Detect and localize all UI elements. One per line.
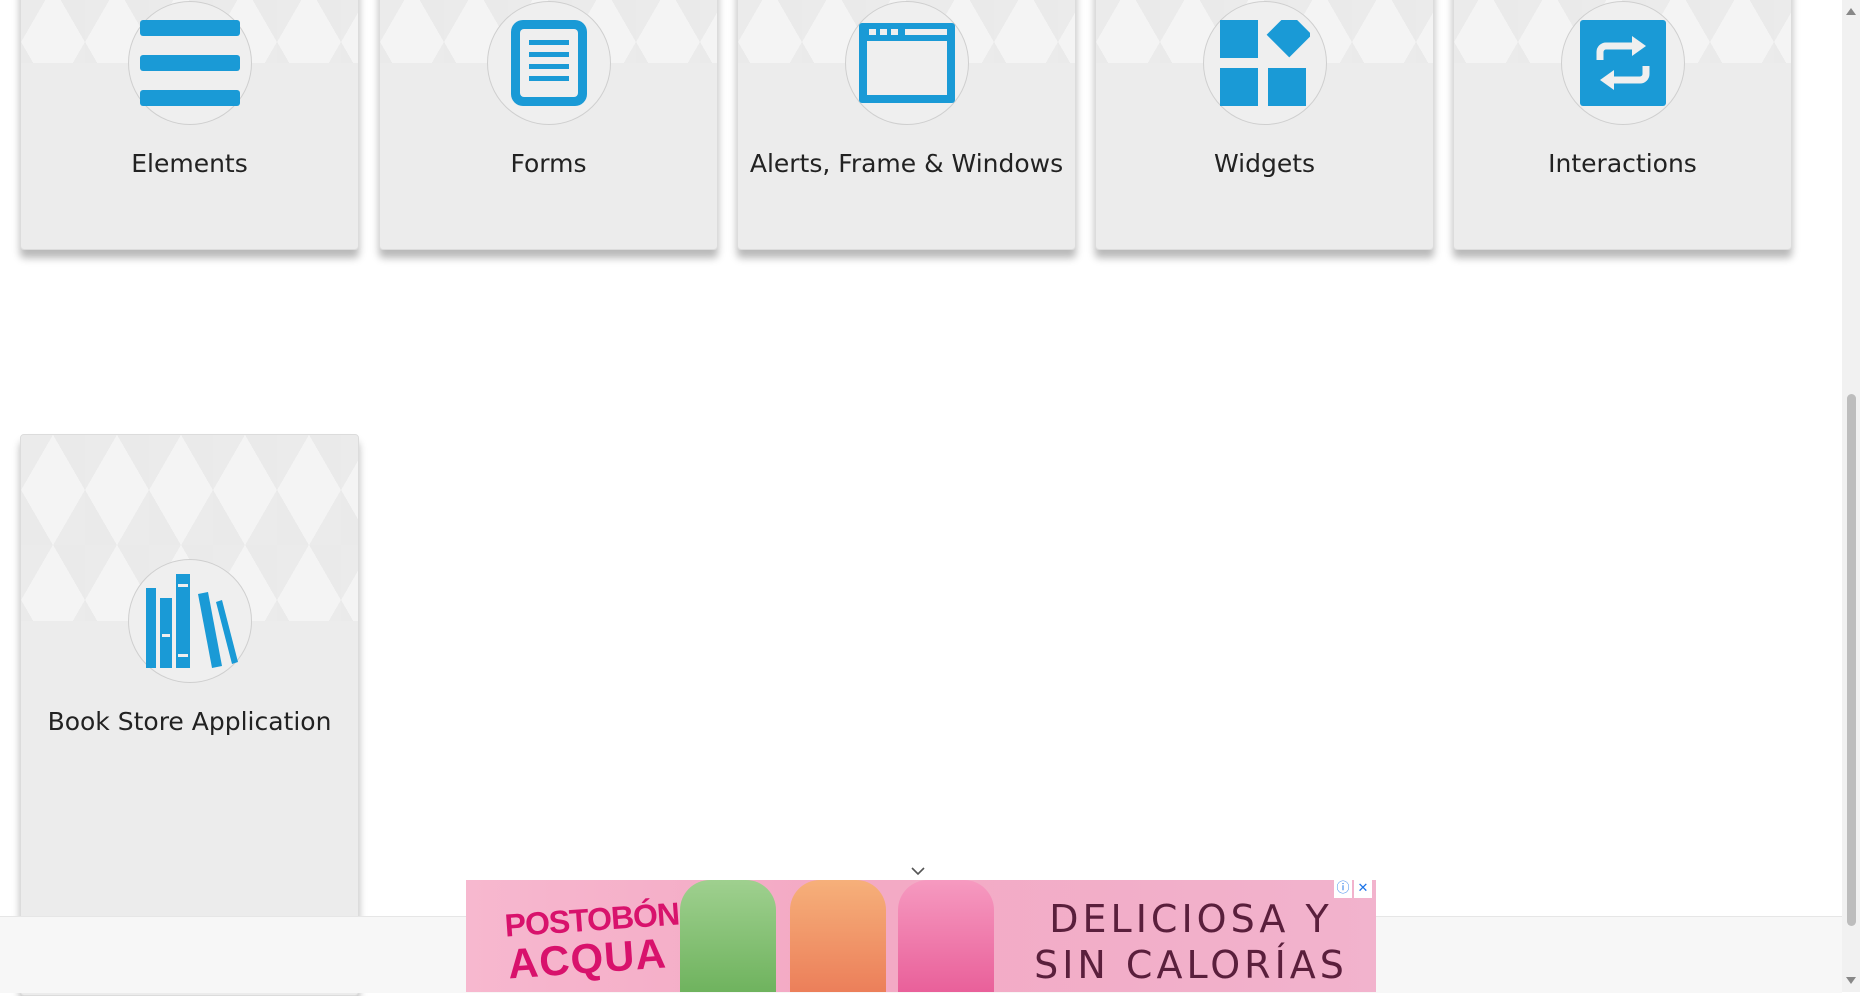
scrollbar-thumb[interactable] [1847, 394, 1856, 926]
repeat-arrows-icon [1579, 20, 1666, 106]
scroll-down-arrow-icon[interactable] [1846, 977, 1856, 984]
card-icon-circle [844, 1, 969, 125]
ad-brand-line2: ACQUA [506, 929, 669, 988]
info-icon[interactable]: ⓘ [1334, 880, 1352, 898]
card-icon-circle [127, 559, 252, 683]
ad-choices: ⓘ ✕ [1334, 880, 1372, 900]
card-icon-circle [1202, 1, 1327, 125]
scroll-up-arrow-icon[interactable] [1846, 8, 1856, 15]
advertisement-banner[interactable]: POSTOBÓN ACQUA DELICIOSA Y SIN CALORÍAS … [466, 880, 1376, 992]
chevron-down-icon[interactable] [911, 864, 925, 878]
card-book-store-application[interactable]: Book Store Application [20, 434, 359, 996]
card-forms[interactable]: Forms [379, 0, 718, 250]
browser-window-icon [858, 23, 955, 103]
card-title: Elements [131, 149, 248, 178]
card-icon-circle [486, 1, 611, 125]
hamburger-list-icon [139, 20, 240, 106]
card-title: Widgets [1213, 149, 1316, 178]
ad-slogan: DELICIOSA Y SIN CALORÍAS [1026, 896, 1356, 988]
card-icon-circle [127, 1, 252, 125]
document-icon [510, 20, 587, 106]
close-icon[interactable]: ✕ [1354, 880, 1372, 898]
card-title: Forms [510, 149, 587, 178]
ad-slogan-line2: SIN CALORÍAS [1034, 943, 1348, 987]
card-interactions[interactable]: Interactions [1453, 0, 1792, 250]
card-title: Interactions [1548, 149, 1697, 178]
card-title: Book Store Application [47, 707, 332, 736]
ad-slogan-line1: DELICIOSA Y [1049, 897, 1333, 941]
card-icon-circle [1560, 1, 1685, 125]
widgets-blocks-icon [1219, 20, 1310, 106]
card-alerts-frame-windows[interactable]: Alerts, Frame & Windows [737, 0, 1076, 250]
ad-bottle-orange [790, 880, 886, 992]
card-widgets[interactable]: Widgets [1095, 0, 1434, 250]
ad-bottle-green [680, 880, 776, 992]
books-icon [145, 574, 238, 668]
ad-bottle-pink [898, 880, 994, 992]
card-elements[interactable]: Elements [20, 0, 359, 250]
vertical-scrollbar[interactable] [1842, 0, 1860, 992]
ad-brand-logo: POSTOBÓN ACQUA [504, 895, 681, 988]
card-title: Alerts, Frame & Windows [749, 149, 1064, 178]
